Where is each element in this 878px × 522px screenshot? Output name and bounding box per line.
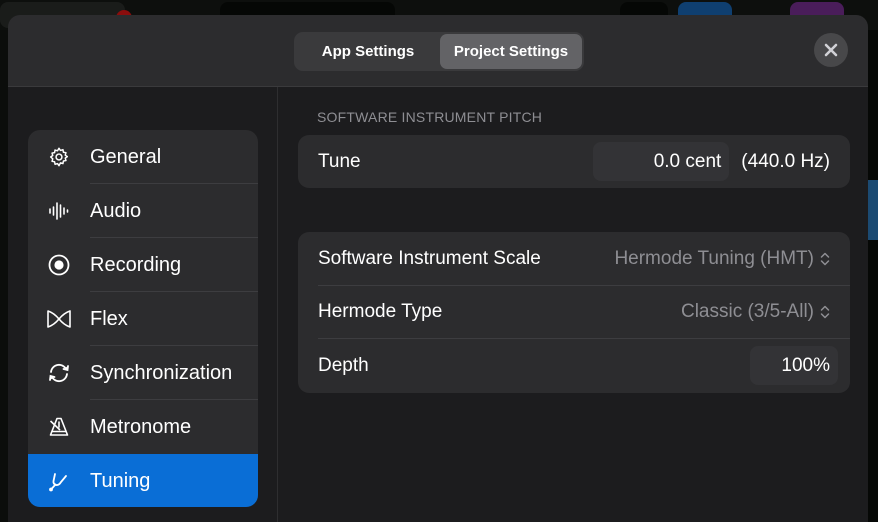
- sidebar-item-label: Metronome: [90, 415, 192, 438]
- hermode-type-label: Hermode Type: [318, 301, 443, 323]
- gear-icon: [49, 147, 69, 167]
- pitch-group: Tune 0.0 cent (440.0 Hz): [298, 135, 850, 188]
- tune-row: Tune 0.0 cent (440.0 Hz): [298, 135, 850, 189]
- sidebar-item-label: Recording: [90, 253, 182, 276]
- sidebar-item-label: Synchronization: [90, 361, 233, 384]
- metronome-icon: [49, 417, 69, 436]
- sidebar-item-label: General: [90, 145, 162, 168]
- record-circle-icon: [48, 254, 70, 276]
- flex-icon: [47, 310, 71, 328]
- close-icon: [824, 43, 838, 57]
- pane-divider: [277, 87, 278, 522]
- sidebar-item-tuning[interactable]: Tuning: [28, 454, 258, 507]
- scale-picker[interactable]: Hermode Tuning (HMT): [614, 248, 830, 270]
- waveform-icon: [49, 202, 69, 220]
- depth-row: Depth 100%: [298, 339, 850, 393]
- scale-group: Software Instrument Scale Hermode Tuning…: [298, 232, 850, 393]
- sync-arrows-icon: [49, 363, 69, 383]
- hermode-type-value: Classic (3/5-All): [680, 301, 814, 323]
- chevron-up-down-icon: [820, 306, 830, 319]
- sidebar-item-flex[interactable]: Flex: [28, 292, 258, 346]
- tuning-fork-icon: [49, 473, 67, 492]
- sheet-header: App Settings Project Settings: [8, 15, 868, 87]
- chevron-up-down-icon: [820, 252, 830, 266]
- settings-sheet: App Settings Project Settings General Au…: [8, 15, 868, 522]
- close-button[interactable]: [814, 33, 848, 67]
- sidebar-item-recording[interactable]: Recording: [28, 238, 258, 292]
- sidebar-item-synchronization[interactable]: Synchronization: [28, 346, 258, 400]
- depth-label: Depth: [318, 354, 369, 376]
- hermode-type-row: Hermode Type Classic (3/5-All): [298, 286, 850, 340]
- sidebar-item-label: Flex: [90, 307, 128, 330]
- depth-value-field[interactable]: 100%: [750, 346, 838, 386]
- scale-row: Software Instrument Scale Hermode Tuning…: [298, 232, 850, 286]
- sidebar-item-general[interactable]: General: [28, 130, 258, 184]
- sidebar-item-audio[interactable]: Audio: [28, 184, 258, 238]
- hermode-type-picker[interactable]: Classic (3/5-All): [681, 301, 830, 323]
- scale-label: Software Instrument Scale: [318, 247, 541, 269]
- tune-frequency: (440.0 Hz): [741, 150, 830, 172]
- scale-value: Hermode Tuning (HMT): [614, 247, 814, 269]
- sidebar-item-metronome[interactable]: Metronome: [28, 400, 258, 454]
- sidebar-item-label: Audio: [90, 199, 142, 222]
- settings-segmented-control: App Settings Project Settings: [294, 32, 584, 71]
- tune-label: Tune: [318, 150, 361, 172]
- tab-project-settings[interactable]: Project Settings: [440, 34, 582, 69]
- sidebar-item-label: Tuning: [90, 469, 151, 492]
- settings-sidebar: General Audio Recording Flex Synchroniza…: [28, 130, 258, 507]
- tune-value-field[interactable]: 0.0 cent: [593, 142, 730, 182]
- tab-app-settings[interactable]: App Settings: [296, 34, 440, 69]
- section-title-software-instrument-pitch: SOFTWARE INSTRUMENT PITCH: [317, 109, 543, 125]
